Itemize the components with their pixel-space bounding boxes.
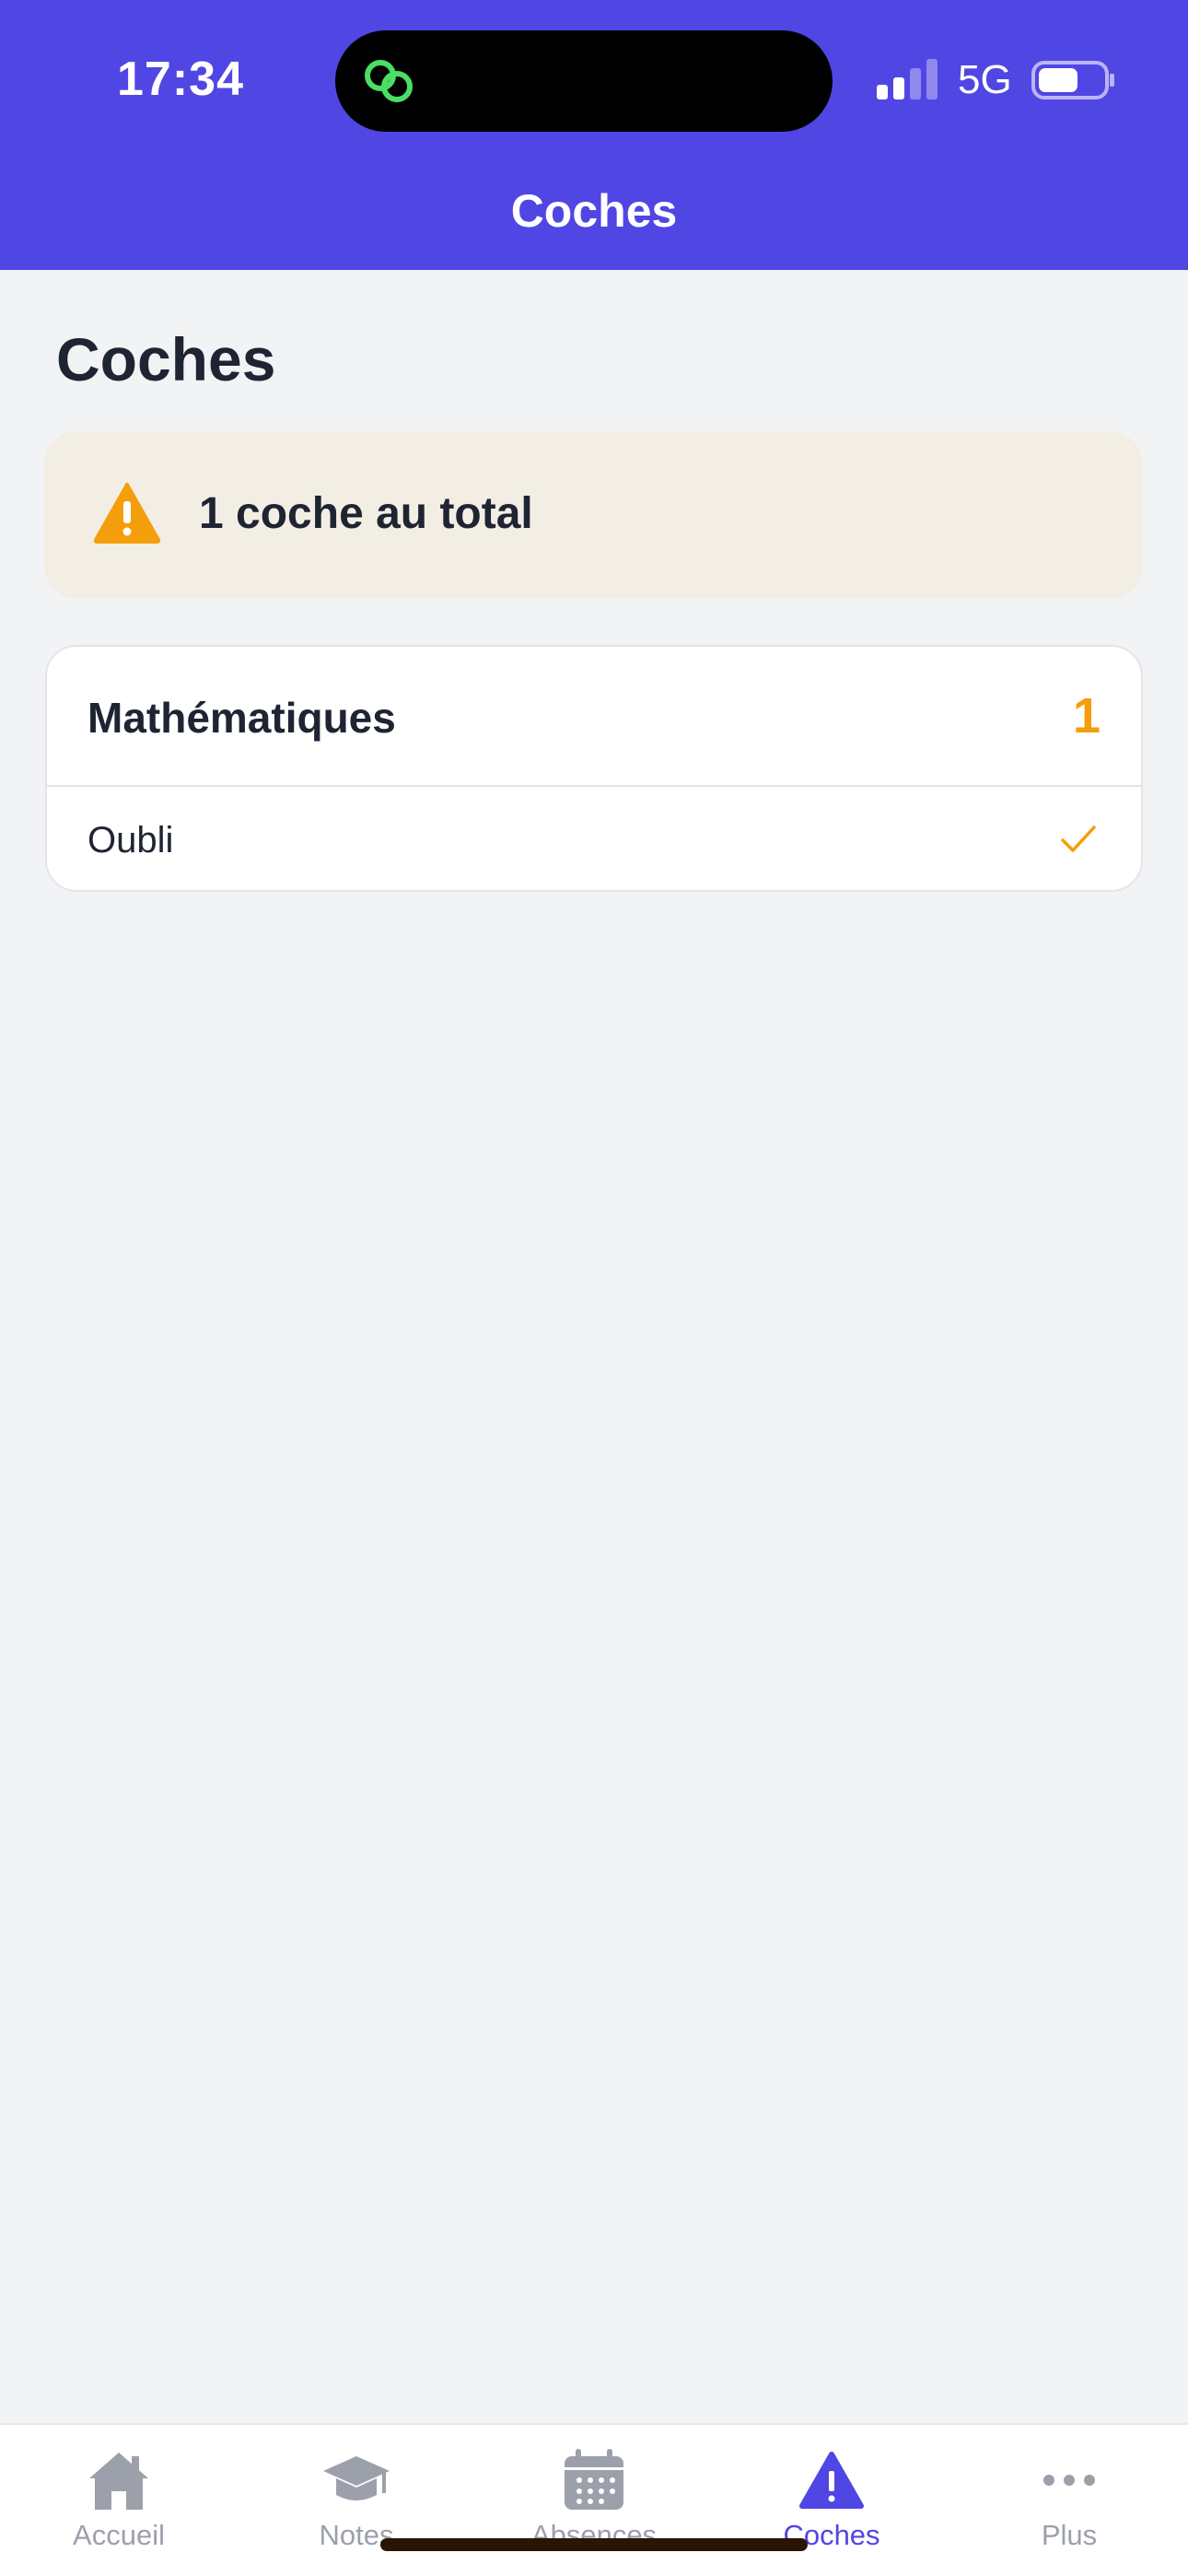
tab-bar: Accueil Notes Absences Coches Plus: [0, 2423, 1188, 2576]
tab-label: Plus: [1041, 2519, 1098, 2551]
subject-count: 1: [1072, 688, 1101, 744]
summary-card: 1 coche au total: [44, 431, 1143, 599]
list-item[interactable]: Oubli: [47, 787, 1141, 890]
summary-text: 1 coche au total: [199, 489, 533, 538]
tab-notes[interactable]: Notes: [238, 2425, 475, 2576]
entry-label: Oubli: [87, 820, 174, 861]
dynamic-island: [335, 30, 833, 132]
tab-plus[interactable]: Plus: [950, 2425, 1188, 2576]
app-header: 17:34 5G Coches: [0, 0, 1188, 270]
nav-title: Coches: [510, 185, 678, 237]
tab-label: Accueil: [73, 2519, 165, 2551]
more-icon: [1043, 2475, 1095, 2486]
network-label: 5G: [958, 57, 1012, 102]
graduation-cap-icon: [323, 2456, 390, 2500]
tab-coches[interactable]: Coches: [713, 2425, 950, 2576]
warning-icon: [799, 2452, 864, 2509]
check-icon: [1061, 825, 1096, 852]
battery-icon: [1031, 61, 1114, 100]
warning-icon: [94, 483, 160, 544]
page-title: Coches: [56, 325, 276, 393]
subject-name: Mathématiques: [87, 694, 396, 742]
home-icon: [89, 2453, 148, 2510]
status-time: 17:34: [117, 53, 244, 106]
tab-absences[interactable]: Absences: [475, 2425, 713, 2576]
subject-header[interactable]: Mathématiques 1: [47, 647, 1141, 787]
link-icon: [365, 60, 413, 102]
tab-accueil[interactable]: Accueil: [0, 2425, 238, 2576]
home-indicator[interactable]: [380, 2538, 808, 2551]
calendar-icon: [565, 2449, 623, 2510]
subject-card[interactable]: Mathématiques 1 Oubli: [45, 645, 1143, 892]
signal-icon: [877, 59, 938, 100]
